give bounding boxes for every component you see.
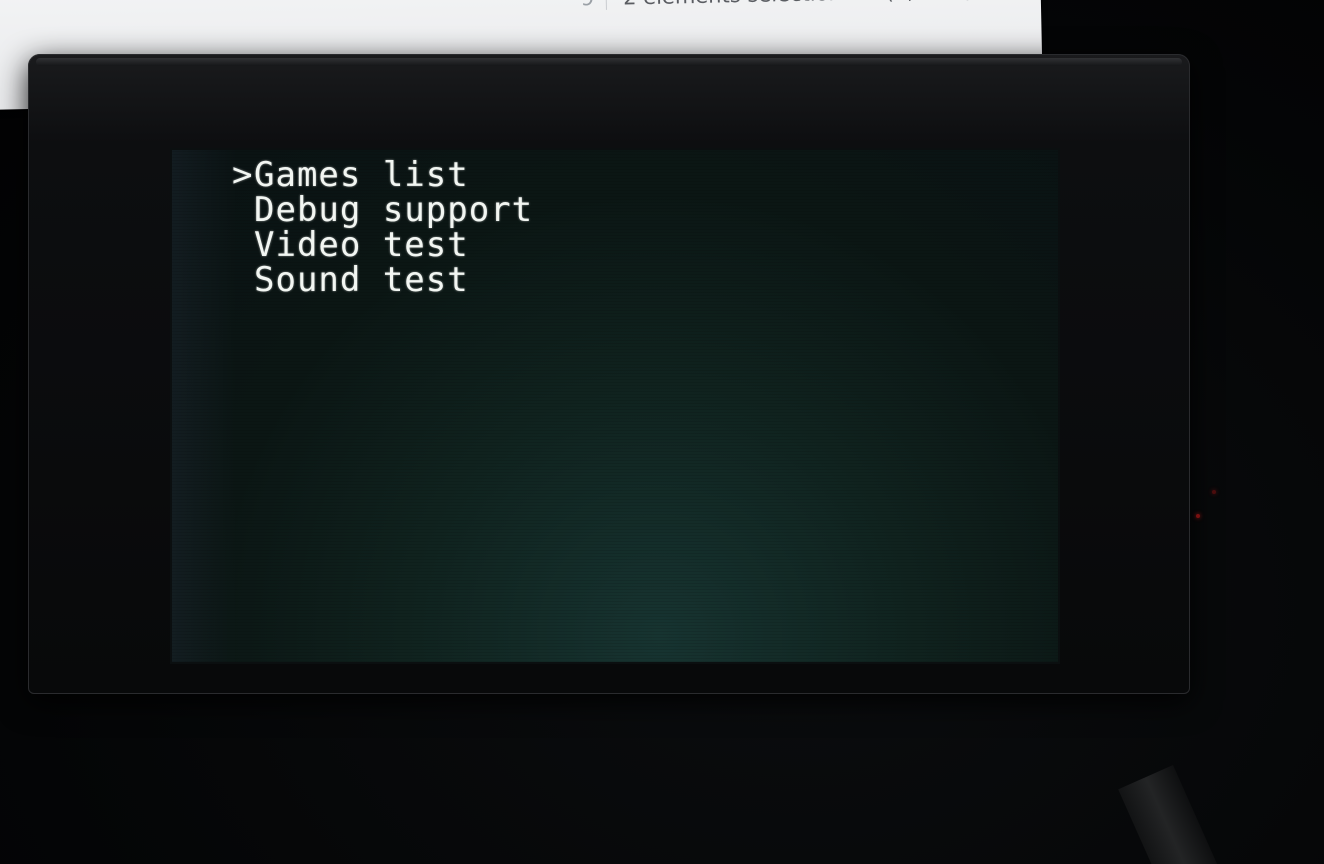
status-led bbox=[1212, 490, 1216, 494]
menu-item-debug-support[interactable]: Debug support bbox=[232, 193, 533, 228]
menu-item-label: Video test bbox=[254, 225, 469, 265]
photo-scene: 9 2 éléments sélectionnés (8,0 Mo) > Gam… bbox=[0, 0, 1324, 864]
background-status-bar: 9 2 éléments sélectionnés (8,0 Mo) bbox=[580, 0, 1031, 13]
menu-item-label: Games list bbox=[254, 155, 469, 195]
menu-item-label: Debug support bbox=[254, 190, 534, 230]
menu-item-games-list[interactable]: > Games list bbox=[232, 158, 533, 193]
main-menu: > Games list Debug support Video test So… bbox=[232, 158, 533, 298]
background-status-text: 2 éléments sélectionnés (8,0 Mo) bbox=[623, 0, 973, 10]
lcd-screen: > Games list Debug support Video test So… bbox=[172, 150, 1058, 662]
status-led bbox=[1196, 514, 1200, 518]
menu-item-label: Sound test bbox=[254, 260, 469, 300]
cable bbox=[1118, 764, 1222, 864]
menu-item-sound-test[interactable]: Sound test bbox=[232, 263, 533, 298]
menu-item-video-test[interactable]: Video test bbox=[232, 228, 533, 263]
selection-cursor: > bbox=[232, 155, 254, 195]
device-top-edge bbox=[36, 58, 1182, 66]
handheld-device: > Games list Debug support Video test So… bbox=[28, 54, 1190, 694]
background-line-number: 9 bbox=[580, 0, 608, 11]
